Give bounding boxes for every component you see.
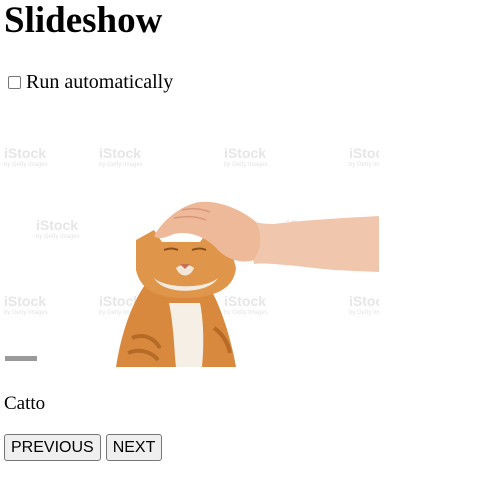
slide-image: iStock by Getty Images iStock by Getty I… (4, 138, 379, 367)
next-button[interactable]: NEXT (105, 434, 163, 461)
svg-text:iStock: iStock (224, 293, 266, 309)
svg-text:by Getty Images: by Getty Images (224, 162, 268, 168)
svg-text:iStock: iStock (4, 293, 46, 309)
svg-text:by Getty Images: by Getty Images (36, 234, 80, 240)
image-id-tag (5, 356, 37, 361)
svg-text:by Getty Images: by Getty Images (349, 310, 379, 316)
svg-text:iStock: iStock (99, 145, 141, 161)
svg-text:iStock: iStock (349, 145, 379, 161)
slideshow-controls: PREVIOUS NEXT (4, 434, 163, 461)
cat-photo-graphic: iStock by Getty Images iStock by Getty I… (4, 145, 379, 367)
svg-text:iStock: iStock (349, 293, 379, 309)
svg-text:by Getty Images: by Getty Images (4, 310, 48, 316)
svg-text:iStock: iStock (224, 145, 266, 161)
run-automatically-checkbox[interactable] (8, 75, 21, 89)
svg-text:by Getty Images: by Getty Images (349, 162, 379, 168)
svg-text:iStock: iStock (36, 217, 78, 233)
page-title: Slideshow (4, 0, 163, 41)
svg-text:by Getty Images: by Getty Images (224, 310, 268, 316)
slide-caption: Catto (4, 393, 46, 414)
run-automatically-option[interactable]: Run automatically (8, 70, 173, 94)
run-automatically-label: Run automatically (26, 71, 174, 93)
previous-button[interactable]: PREVIOUS (4, 434, 101, 461)
svg-text:by Getty Images: by Getty Images (99, 162, 143, 168)
svg-text:by Getty Images: by Getty Images (4, 162, 48, 168)
svg-text:iStock: iStock (4, 145, 46, 161)
